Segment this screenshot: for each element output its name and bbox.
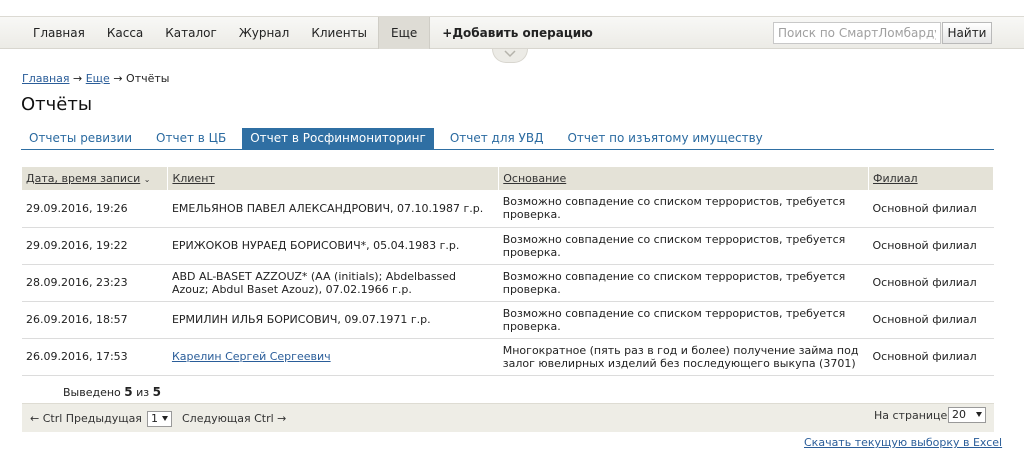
sort-link-reason[interactable]: Основание [503, 172, 566, 185]
dropdown-arrow-icon [976, 412, 982, 417]
summary-middle: из [132, 386, 153, 399]
breadcrumb-home-link[interactable]: Главная [22, 72, 70, 85]
per-page-label: На странице: [874, 409, 951, 422]
nav-item-more[interactable]: Еще [378, 17, 431, 49]
cell-branch: Основной филиал [868, 338, 994, 376]
column-header-branch[interactable]: Филиал [868, 167, 994, 190]
tab-central-bank-report[interactable]: Отчет в ЦБ [148, 128, 234, 149]
cell-date: 26.09.2016, 18:57 [22, 301, 168, 339]
table-row: 29.09.2016, 19:22 ЕРИЖОКОВ НУРАЕД БОРИСО… [22, 227, 994, 265]
cell-reason: Возможно совпадение со списком террорист… [498, 190, 869, 228]
table-header-row: Дата, время записи ⌄ Клиент Основание Фи… [22, 167, 994, 190]
cell-reason: Возможно совпадение со списком террорист… [498, 301, 869, 339]
column-header-client[interactable]: Клиент [167, 167, 500, 190]
client-link[interactable]: Карелин Сергей Сергеевич [172, 350, 331, 363]
tab-seized-property-report[interactable]: Отчет по изъятому имуществу [559, 128, 770, 149]
summary-prefix: Выведено [63, 386, 125, 399]
search-input[interactable] [773, 22, 941, 44]
cell-date: 28.09.2016, 23:23 [22, 264, 168, 302]
cell-branch: Основной филиал [868, 301, 994, 339]
next-page-button[interactable]: Следующая Ctrl → [182, 412, 286, 425]
breadcrumb-separator: → [69, 72, 86, 85]
tab-audit-reports[interactable]: Отчеты ревизии [21, 128, 140, 149]
pagination-bar: ← Ctrl Предыдущая 1 Следующая Ctrl → На … [22, 403, 994, 432]
sort-link-branch[interactable]: Филиал [873, 172, 918, 185]
tab-police-report[interactable]: Отчет для УВД [442, 128, 552, 149]
sort-desc-icon: ⌄ [143, 175, 151, 184]
nav-item-catalog[interactable]: Каталог [154, 17, 228, 49]
export-excel-link[interactable]: Скачать текущую выборку в Excel [804, 436, 1002, 449]
cell-branch: Основной филиал [868, 227, 994, 265]
cell-client: Карелин Сергей Сергеевич [167, 338, 499, 376]
table-row: 28.09.2016, 23:23 ABD AL-BASET AZZOUZ* (… [22, 264, 994, 302]
dropdown-arrow-icon [162, 416, 168, 421]
table-row: 26.09.2016, 18:57 ЕРМИЛИН ИЛЬЯ БОРИСОВИЧ… [22, 301, 994, 339]
breadcrumb-more-link[interactable]: Еще [86, 72, 110, 85]
cell-date: 29.09.2016, 19:22 [22, 227, 168, 265]
sort-link-date[interactable]: Дата, время записи [26, 172, 140, 185]
breadcrumb: Главная → Еще → Отчёты [22, 72, 169, 85]
breadcrumb-separator: → [109, 72, 127, 85]
nav-item-clients[interactable]: Клиенты [300, 17, 378, 49]
cell-date: 26.09.2016, 17:53 [22, 338, 168, 376]
column-header-reason[interactable]: Основание [498, 167, 870, 190]
report-table: Дата, время записи ⌄ Клиент Основание Фи… [22, 167, 994, 376]
cell-reason: Возможно совпадение со списком террорист… [498, 227, 869, 265]
cell-branch: Основной филиал [868, 190, 994, 228]
page-number-select[interactable]: 1 [147, 411, 172, 427]
nav-item-cashbox[interactable]: Касса [96, 17, 154, 49]
nav-item-home[interactable]: Главная [22, 17, 96, 49]
page-number-value: 1 [151, 412, 158, 425]
prev-page-button[interactable]: ← Ctrl Предыдущая [30, 412, 142, 425]
per-page-select[interactable]: 20 [948, 407, 986, 423]
summary-shown-count: 5 [124, 385, 133, 399]
main-nav: Главная Касса Каталог Журнал Клиенты Еще… [22, 17, 604, 49]
results-summary: Выведено 5 из 5 [63, 385, 161, 399]
cell-reason: Возможно совпадение со списком террорист… [498, 264, 869, 302]
tab-rosfinmonitoring-report[interactable]: Отчет в Росфинмониторинг [242, 128, 434, 149]
chevron-down-icon [504, 50, 516, 58]
add-operation-button[interactable]: +Добавить операцию [430, 17, 604, 49]
summary-total-count: 5 [152, 385, 161, 399]
cell-branch: Основной филиал [868, 264, 994, 302]
cell-reason: Многократное (пять раз в год и более) по… [498, 338, 869, 376]
table-row: 26.09.2016, 17:53 Карелин Сергей Сергеев… [22, 338, 994, 376]
cell-client: ЕМЕЛЬЯНОВ ПАВЕЛ АЛЕКСАНДРОВИЧ, 07.10.198… [167, 190, 499, 228]
table-row: 29.09.2016, 19:26 ЕМЕЛЬЯНОВ ПАВЕЛ АЛЕКСА… [22, 190, 994, 228]
nav-expand-toggle[interactable] [492, 49, 528, 63]
search-button[interactable]: Найти [942, 22, 992, 44]
nav-item-journal[interactable]: Журнал [228, 17, 301, 49]
page-title: Отчёты [21, 94, 93, 115]
cell-client: ЕРМИЛИН ИЛЬЯ БОРИСОВИЧ, 09.07.1971 г.р. [167, 301, 499, 339]
column-header-date[interactable]: Дата, время записи ⌄ [22, 167, 169, 190]
per-page-value: 20 [952, 408, 966, 421]
top-navbar: Главная Касса Каталог Журнал Клиенты Еще… [0, 16, 1024, 49]
cell-client: ЕРИЖОКОВ НУРАЕД БОРИСОВИЧ*, 05.04.1983 г… [167, 227, 499, 265]
cell-client: ABD AL-BASET AZZOUZ* (AA (initials); Abd… [167, 264, 499, 302]
cell-date: 29.09.2016, 19:26 [22, 190, 168, 228]
report-tabs: Отчеты ревизии Отчет в ЦБ Отчет в Росфин… [21, 128, 994, 150]
breadcrumb-current: Отчёты [126, 72, 170, 85]
sort-link-client[interactable]: Клиент [172, 172, 214, 185]
